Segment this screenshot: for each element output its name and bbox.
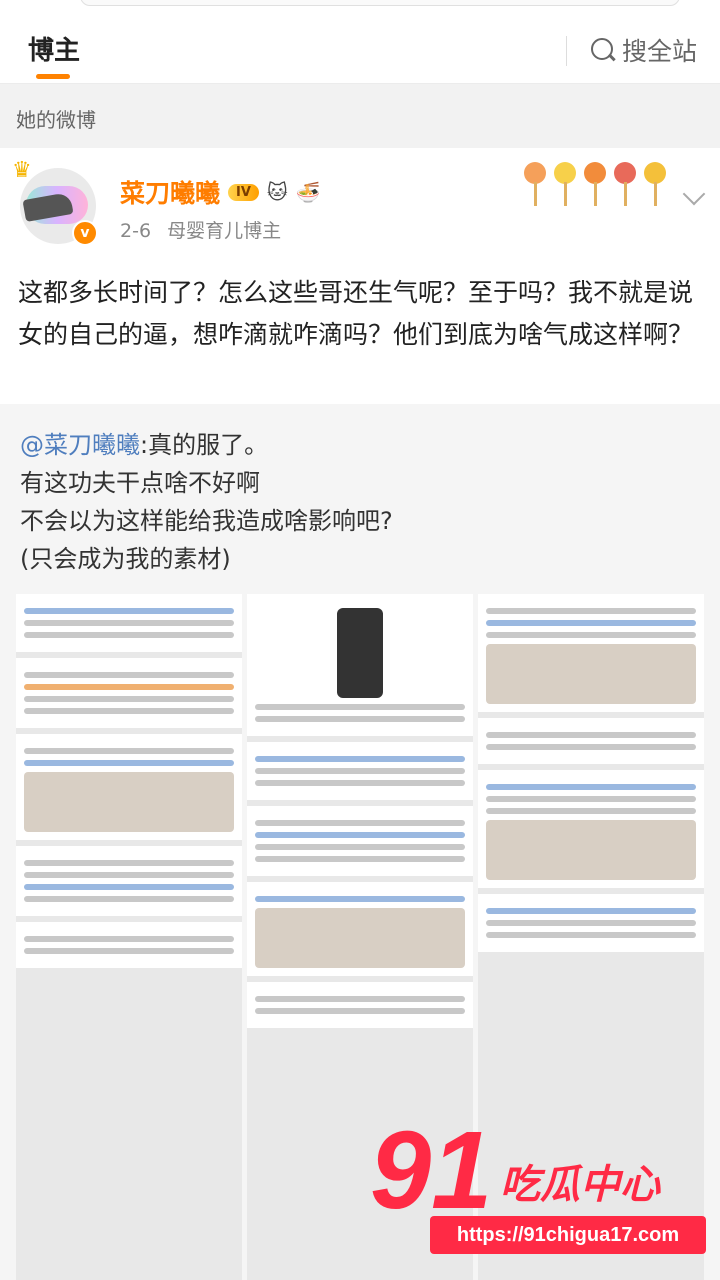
- search-all-button[interactable]: 搜全站: [590, 32, 697, 68]
- screenshot-card: [478, 718, 704, 764]
- lollipop-decoration-icon: [644, 162, 666, 208]
- lollipop-decoration-icon: [614, 162, 636, 208]
- screenshot-card: [478, 594, 704, 712]
- lollipop-decoration-icon: [524, 162, 546, 208]
- watermark-url: https://91chigua17.com: [430, 1216, 706, 1254]
- tab-divider: [566, 36, 567, 66]
- screenshot-card: [16, 594, 242, 652]
- screenshot-column-1[interactable]: [16, 594, 242, 1280]
- screenshot-card: [16, 734, 242, 840]
- mention-link[interactable]: @菜刀曦曦: [20, 431, 140, 459]
- watermark-logo: 91 吃瓜中心 https://91chigua17.com: [370, 1116, 710, 1266]
- lollipop-decoration-icon: [584, 162, 606, 208]
- author-name[interactable]: 菜刀曦曦: [120, 174, 220, 210]
- bowl-icon: 🍜: [295, 180, 321, 204]
- active-tab-indicator: [36, 74, 70, 79]
- search-all-label: 搜全站: [622, 37, 698, 66]
- repost-text: @菜刀曦曦:真的服了。 有这功夫干点啥不好啊 不会以为这样能给我造成啥影响吧? …: [20, 426, 700, 578]
- screenshot-card: [247, 742, 473, 800]
- name-row: 菜刀曦曦 IV 🐱 🍜: [120, 174, 321, 210]
- level-badge: IV: [228, 183, 259, 201]
- screenshot-card: [16, 846, 242, 916]
- post-text: 这都多长时间了？怎么这些哥还生气呢？至于吗？我不就是说女的自己的逼，想咋滴就咋滴…: [18, 278, 694, 349]
- screenshot-card: [247, 882, 473, 976]
- repost-line-3: 不会以为这样能给我造成啥影响吧?: [20, 507, 393, 535]
- repost-line-1: @菜刀曦曦:真的服了。: [20, 426, 700, 464]
- crown-icon: ♛: [12, 158, 32, 183]
- screenshot-card: [16, 658, 242, 728]
- section-label: 她的微博: [0, 84, 720, 148]
- top-strip: [0, 0, 720, 16]
- post-meta: 2-6 母婴育儿博主: [120, 216, 321, 243]
- verified-badge-icon: v: [72, 220, 98, 246]
- tab-bar: 博主 搜全站: [0, 16, 720, 84]
- post-card[interactable]: ♛ v 菜刀曦曦 IV 🐱 🍜 2-6 母婴育儿博主 这都多长时间了？怎么这些哥…: [0, 148, 720, 404]
- repost-block[interactable]: @菜刀曦曦:真的服了。 有这功夫干点啥不好啊 不会以为这样能给我造成啥影响吧? …: [0, 404, 720, 1280]
- search-icon: [590, 37, 616, 63]
- author-info: 菜刀曦曦 IV 🐱 🍜 2-6 母婴育儿博主: [120, 174, 321, 243]
- screenshot-card: [478, 770, 704, 888]
- post-header: ♛ v 菜刀曦曦 IV 🐱 🍜 2-6 母婴育儿博主: [12, 158, 706, 258]
- cat-icon: 🐱: [266, 180, 288, 204]
- top-search-pill[interactable]: [80, 0, 680, 6]
- watermark-number: 91: [370, 1109, 493, 1232]
- repost-line-1-text: :真的服了。: [140, 431, 269, 459]
- screenshot-card: [478, 894, 704, 952]
- card-decoration: [524, 162, 666, 208]
- chevron-down-icon[interactable]: [682, 182, 706, 206]
- screenshot-card: [247, 594, 473, 736]
- repost-line-4: (只会成为我的素材): [20, 545, 231, 573]
- post-date: 2-6: [120, 220, 152, 242]
- screenshot-card: [16, 922, 242, 968]
- author-category: 母婴育儿博主: [167, 220, 282, 242]
- watermark-text: 吃瓜中心: [500, 1162, 660, 1208]
- tab-blogger[interactable]: 博主: [28, 30, 80, 67]
- screenshot-card: [247, 806, 473, 876]
- screenshot-card: [247, 982, 473, 1028]
- avatar[interactable]: ♛ v: [12, 160, 98, 246]
- repost-line-2: 有这功夫干点啥不好啊: [20, 469, 260, 497]
- lollipop-decoration-icon: [554, 162, 576, 208]
